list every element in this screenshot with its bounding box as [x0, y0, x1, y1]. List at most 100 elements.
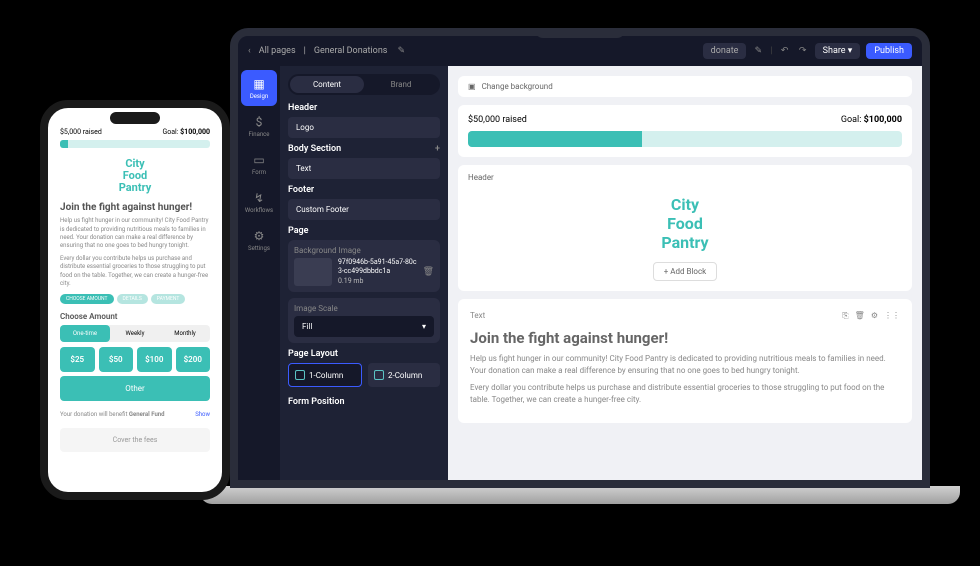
edit-icon[interactable]: ✎	[395, 45, 407, 57]
laptop-mockup: ‹ All pages | General Donations ✎ donate…	[200, 28, 960, 548]
rail-item-workflows[interactable]: ↯Workflows	[241, 184, 277, 220]
amount-buttons: $25 $50 $100 $200	[60, 347, 210, 372]
other-amount-button[interactable]: Other	[60, 376, 210, 401]
panel-tabs: Content Brand	[288, 74, 440, 95]
phone-notch	[110, 112, 160, 124]
raised-amount: $50,000 raised	[468, 115, 527, 125]
chip-payment[interactable]: PAYMENT	[151, 294, 186, 304]
paragraph: Every dollar you contribute helps us pur…	[470, 382, 900, 406]
form-icon: ▭	[253, 153, 264, 167]
rail-item-settings[interactable]: ⚙Settings	[241, 222, 277, 258]
section-form-position: Form Position	[288, 397, 440, 407]
frequency-tabs: One-time Weekly Monthly	[60, 325, 210, 342]
phone-mockup: $5,000 raised Goal: $100,000 City Food P…	[40, 100, 230, 500]
all-pages-link[interactable]: All pages	[259, 46, 296, 56]
layout-2-column[interactable]: 2-Column	[368, 363, 440, 387]
chip-choose-amount[interactable]: CHOOSE AMOUNT	[60, 294, 114, 304]
heading: Join the fight against hunger!	[60, 202, 210, 213]
freq-monthly[interactable]: Monthly	[160, 325, 210, 342]
laptop-notch	[535, 28, 625, 38]
progress-bar	[468, 131, 902, 147]
goal: Goal: $100,000	[162, 128, 210, 136]
logo: City Food Pantry	[468, 175, 902, 262]
breadcrumb-sep: |	[304, 46, 306, 56]
rail-item-finance[interactable]: $Finance	[241, 108, 277, 144]
copy-icon[interactable]: ⎘	[842, 311, 848, 321]
publish-button[interactable]: Publish	[866, 43, 912, 59]
amount-button[interactable]: $100	[137, 347, 172, 372]
block-label: Header	[468, 173, 494, 182]
back-button[interactable]: ‹	[248, 46, 251, 56]
drag-icon[interactable]: ⋮⋮	[884, 311, 900, 321]
trash-icon[interactable]: 🗑	[423, 267, 434, 277]
progress-card: $50,000 raised Goal: $100,000	[458, 105, 912, 157]
show-link[interactable]: Show	[195, 411, 210, 418]
image-scale-card: Image Scale Fill▾	[288, 298, 440, 343]
gear-icon[interactable]: ⚙	[871, 311, 878, 321]
workflows-icon: ↯	[254, 191, 264, 205]
scale-select[interactable]: Fill▾	[294, 316, 434, 337]
canvas: ▣ Change background $50,000 raised Goal:…	[448, 66, 922, 480]
block-label: Text	[470, 311, 485, 321]
raised-amount: $5,000 raised	[60, 128, 102, 136]
section-page: Page	[288, 226, 440, 236]
amount-button[interactable]: $50	[99, 347, 134, 372]
block-custom-footer[interactable]: Custom Footer	[288, 199, 440, 220]
share-button[interactable]: Share ▾	[815, 43, 861, 59]
add-icon[interactable]: +	[435, 144, 440, 154]
goal: Goal: $100,000	[841, 115, 902, 125]
chip-details[interactable]: DETAILS	[117, 294, 148, 304]
heading: Join the fight against hunger!	[470, 329, 900, 347]
chevron-down-icon: ▾	[422, 322, 426, 331]
freq-weekly[interactable]: Weekly	[110, 325, 160, 342]
side-panel: Content Brand Header Logo Body Section+ …	[280, 66, 448, 480]
amount-button[interactable]: $200	[176, 347, 211, 372]
block-text[interactable]: Text	[288, 158, 440, 179]
section-layout: Page Layout	[288, 349, 440, 359]
redo-icon[interactable]: ↷	[797, 45, 809, 57]
background-image-card: Background Image 97f0946b-5a91-45a7-80c3…	[288, 240, 440, 292]
layout-1-column[interactable]: 1-Column	[288, 363, 362, 387]
finance-icon: $	[256, 115, 263, 129]
paragraph: Every dollar you contribute helps us pur…	[60, 255, 210, 289]
text-block[interactable]: Text ⎘ 🗑 ⚙ ⋮⋮ Join the fight against hun…	[458, 299, 912, 423]
block-logo[interactable]: Logo	[288, 117, 440, 138]
donate-preview[interactable]: donate	[703, 43, 747, 59]
choose-amount-label: Choose Amount	[60, 312, 210, 321]
design-icon: ▦	[253, 77, 264, 91]
step-chips: CHOOSE AMOUNT DETAILS PAYMENT	[60, 294, 210, 304]
column-icon	[374, 370, 384, 380]
tab-brand[interactable]: Brand	[364, 76, 438, 93]
change-background-bar[interactable]: ▣ Change background	[458, 76, 912, 97]
add-block-button[interactable]: + Add Block	[653, 262, 717, 281]
undo-icon[interactable]: ↶	[779, 45, 791, 57]
tab-content[interactable]: Content	[290, 76, 364, 93]
logo: City Food Pantry	[60, 158, 210, 194]
bg-label: Background Image	[294, 246, 434, 255]
scale-label: Image Scale	[294, 304, 434, 313]
header-block[interactable]: Header City Food Pantry + Add Block	[458, 165, 912, 291]
section-body: Body Section+	[288, 144, 440, 154]
top-bar: ‹ All pages | General Donations ✎ donate…	[238, 36, 922, 66]
cover-fees-button[interactable]: Cover the fees	[60, 428, 210, 452]
trash-icon[interactable]: 🗑	[855, 311, 865, 321]
rail-item-design[interactable]: ▦Design	[241, 70, 277, 106]
section-header: Header	[288, 103, 440, 113]
paragraph: Help us fight hunger in our community! C…	[470, 353, 900, 377]
gear-icon: ⚙	[254, 229, 265, 243]
paragraph: Help us fight hunger in our community! C…	[60, 217, 210, 251]
page-name: General Donations	[314, 46, 388, 56]
amount-button[interactable]: $25	[60, 347, 95, 372]
rail-item-form[interactable]: ▭Form	[241, 146, 277, 182]
left-rail: ▦Design $Finance ▭Form ↯Workflows ⚙Setti…	[238, 66, 280, 480]
bg-filename: 97f0946b-5a91-45a7-80c3-cc499dbbdc1a	[338, 258, 417, 276]
column-icon	[295, 370, 305, 380]
laptop-base	[200, 486, 960, 504]
progress-bar	[60, 140, 210, 148]
bg-filesize: 0.19 mb	[338, 277, 417, 286]
edit-icon[interactable]: ✎	[752, 45, 764, 57]
freq-one-time[interactable]: One-time	[60, 325, 110, 342]
bg-thumbnail[interactable]	[294, 258, 332, 286]
divider: |	[770, 46, 772, 56]
section-footer: Footer	[288, 185, 440, 195]
